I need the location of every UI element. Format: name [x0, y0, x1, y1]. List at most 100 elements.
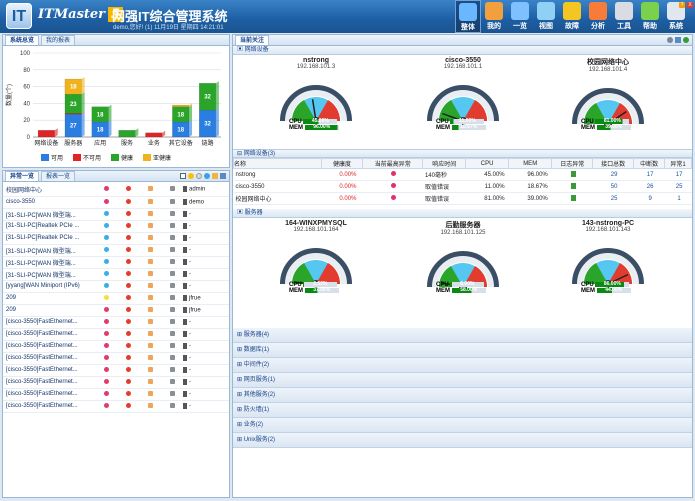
hand-icon[interactable] — [147, 378, 153, 384]
hand-icon[interactable] — [147, 270, 153, 276]
table-row[interactable]: [31-SLI-PC]WAN 微型端... - — [3, 208, 229, 221]
table-row[interactable]: 209 jfrue — [3, 292, 229, 305]
tool-icon[interactable] — [169, 390, 175, 396]
row-name[interactable]: nstrong — [233, 168, 322, 181]
device-name[interactable]: 209 — [3, 292, 95, 305]
device-name[interactable]: [31-SLI-PC]WAN 微型端... — [3, 208, 95, 221]
table-row[interactable]: [31-SLI-PC]WAN 微型端... - — [3, 244, 229, 257]
tool-icon[interactable] — [169, 186, 175, 192]
table-row[interactable]: [cisco-3550]FastEthernet... - — [3, 364, 229, 377]
hand-icon[interactable] — [147, 366, 153, 372]
device-name[interactable]: [31-SLI-PC]WAN 微型端... — [3, 268, 95, 281]
stop-icon[interactable] — [125, 282, 131, 288]
row-ports[interactable]: 29 — [592, 168, 634, 181]
col-header[interactable]: CPU — [465, 158, 510, 169]
col-header[interactable]: 接口总数 — [592, 158, 635, 169]
tab-current-focus[interactable]: 当前关注 — [235, 35, 270, 45]
hand-icon[interactable] — [147, 294, 153, 300]
tool-icon[interactable] — [169, 378, 175, 384]
col-header[interactable]: 响应时间 — [422, 158, 467, 169]
table-row[interactable]: [31-SLI-PC]WAN 微型端... - — [3, 256, 229, 269]
tool-icon[interactable] — [169, 198, 175, 204]
select-icon[interactable] — [180, 173, 186, 179]
table-row[interactable]: [cisco-3550]FastEthernet... - — [3, 376, 229, 389]
stop-icon[interactable] — [125, 378, 131, 384]
device-name[interactable]: [cisco-3550]FastEthernet... — [3, 388, 95, 401]
row-name[interactable]: 校园网络中心 — [233, 192, 322, 205]
group-row[interactable]: ⊞ Unix服务(2) — [233, 433, 692, 448]
stop-icon[interactable] — [125, 354, 131, 360]
nav-1[interactable]: 我的 — [481, 0, 507, 33]
tool-icon[interactable] — [169, 306, 175, 312]
stop-icon[interactable] — [125, 342, 131, 348]
help-icon[interactable]: ? — [679, 2, 685, 8]
device-name[interactable]: [cisco-3550]FastEthernet... — [3, 340, 95, 353]
group-row[interactable]: ⊞ 其他服务(2) — [233, 388, 692, 403]
col-header[interactable]: 健康度 — [321, 158, 363, 169]
net-table-group[interactable]: ⊟ 网络设备(3) — [233, 149, 692, 158]
tool-icon[interactable] — [169, 294, 175, 300]
stop-icon[interactable] — [125, 270, 131, 276]
gauge-card[interactable]: 164-WINXPMYSQL 192.168.101.164 CPU 2.50% ME… — [261, 220, 371, 294]
col-header[interactable]: 当前最高异常 — [361, 158, 424, 169]
table-row[interactable]: [31-SLI-PC]Realtek PCIe ... - — [3, 232, 229, 245]
device-name[interactable]: [31-SLI-PC]WAN 微型端... — [3, 256, 95, 269]
tool-icon[interactable] — [169, 282, 175, 288]
stop-icon[interactable] — [125, 234, 131, 240]
col-header[interactable]: 名称 — [233, 158, 322, 169]
col-header[interactable]: 异常1 — [664, 158, 692, 169]
hand-icon[interactable] — [147, 390, 153, 396]
row-errors[interactable]: 25 — [664, 180, 692, 193]
hand-icon[interactable] — [147, 246, 153, 252]
device-name[interactable]: [cisco-3550]FastEthernet... — [3, 316, 95, 329]
tool-icon[interactable] — [169, 222, 175, 228]
row-interrupts[interactable]: 26 — [633, 180, 665, 193]
hand-icon[interactable] — [147, 402, 153, 408]
col-header[interactable]: 中断数 — [633, 158, 666, 169]
stop-icon[interactable] — [125, 306, 131, 312]
tool-icon[interactable] — [169, 330, 175, 336]
close-icon[interactable]: X — [687, 2, 693, 8]
row-errors[interactable]: 1 — [664, 192, 692, 205]
table-row[interactable]: [cisco-3550]FastEthernet... - — [3, 340, 229, 353]
row-ports[interactable]: 25 — [592, 192, 634, 205]
tab-reports[interactable]: 报表一览 — [41, 171, 76, 181]
gauge-card[interactable]: 143-nstrong-PC 192.168.101.143 CPU 86.00% M… — [553, 220, 663, 294]
device-name[interactable]: 209 — [3, 304, 95, 317]
group-row[interactable]: ⊞ 服务器(4) — [233, 328, 692, 343]
hand-icon[interactable] — [147, 330, 153, 336]
hand-icon[interactable] — [147, 282, 153, 288]
stop-icon[interactable] — [125, 366, 131, 372]
hand-icon[interactable] — [147, 234, 153, 240]
stop-icon[interactable] — [125, 246, 131, 252]
table-row[interactable]: [31-SLI-PC]WAN 微型端... - — [3, 268, 229, 281]
device-name[interactable]: 校园网络中心 — [3, 184, 95, 197]
row-errors[interactable]: 17 — [664, 168, 692, 181]
hand-icon[interactable] — [147, 210, 153, 216]
nav-6[interactable]: 工具 — [611, 0, 637, 33]
stop-icon[interactable] — [125, 402, 131, 408]
table-row[interactable]: [cisco-3550]FastEthernet... - — [3, 388, 229, 401]
tool-icon[interactable] — [169, 366, 175, 372]
log-icon[interactable] — [570, 170, 576, 177]
layout-icon[interactable] — [675, 37, 681, 43]
table-row[interactable]: [cisco-3550]FastEthernet... - — [3, 316, 229, 329]
device-name[interactable]: cisco-3550 — [3, 196, 95, 209]
info-icon[interactable] — [196, 173, 202, 179]
table-row[interactable]: 209 jfrue — [3, 304, 229, 317]
warning-icon[interactable] — [188, 173, 194, 179]
table-row[interactable]: cisco-3550 demo — [3, 196, 229, 209]
row-interrupts[interactable]: 17 — [633, 168, 665, 181]
gauge-card[interactable]: 后勤服务器 192.168.101.125 CPU 6.00% MEM 58.00% — [408, 220, 518, 297]
tool-icon[interactable] — [169, 246, 175, 252]
group-row[interactable]: ⊞ 网页服务(1) — [233, 373, 692, 388]
table-row[interactable]: [cisco-3550]FastEthernet... - — [3, 400, 229, 413]
row-name[interactable]: cisco-3550 — [233, 180, 322, 193]
settings-icon[interactable] — [667, 37, 673, 43]
group-row[interactable]: ⊞ 防火墙(1) — [233, 403, 692, 418]
device-name[interactable]: [cisco-3550]FastEthernet... — [3, 364, 95, 377]
tool-icon[interactable] — [169, 318, 175, 324]
device-name[interactable]: [cisco-3550]FastEthernet... — [3, 400, 95, 413]
table-row[interactable]: 校园网络中心 0.00% 取值错误 81.00% 39.00% 25 9 1 — [233, 192, 692, 205]
stop-icon[interactable] — [125, 318, 131, 324]
